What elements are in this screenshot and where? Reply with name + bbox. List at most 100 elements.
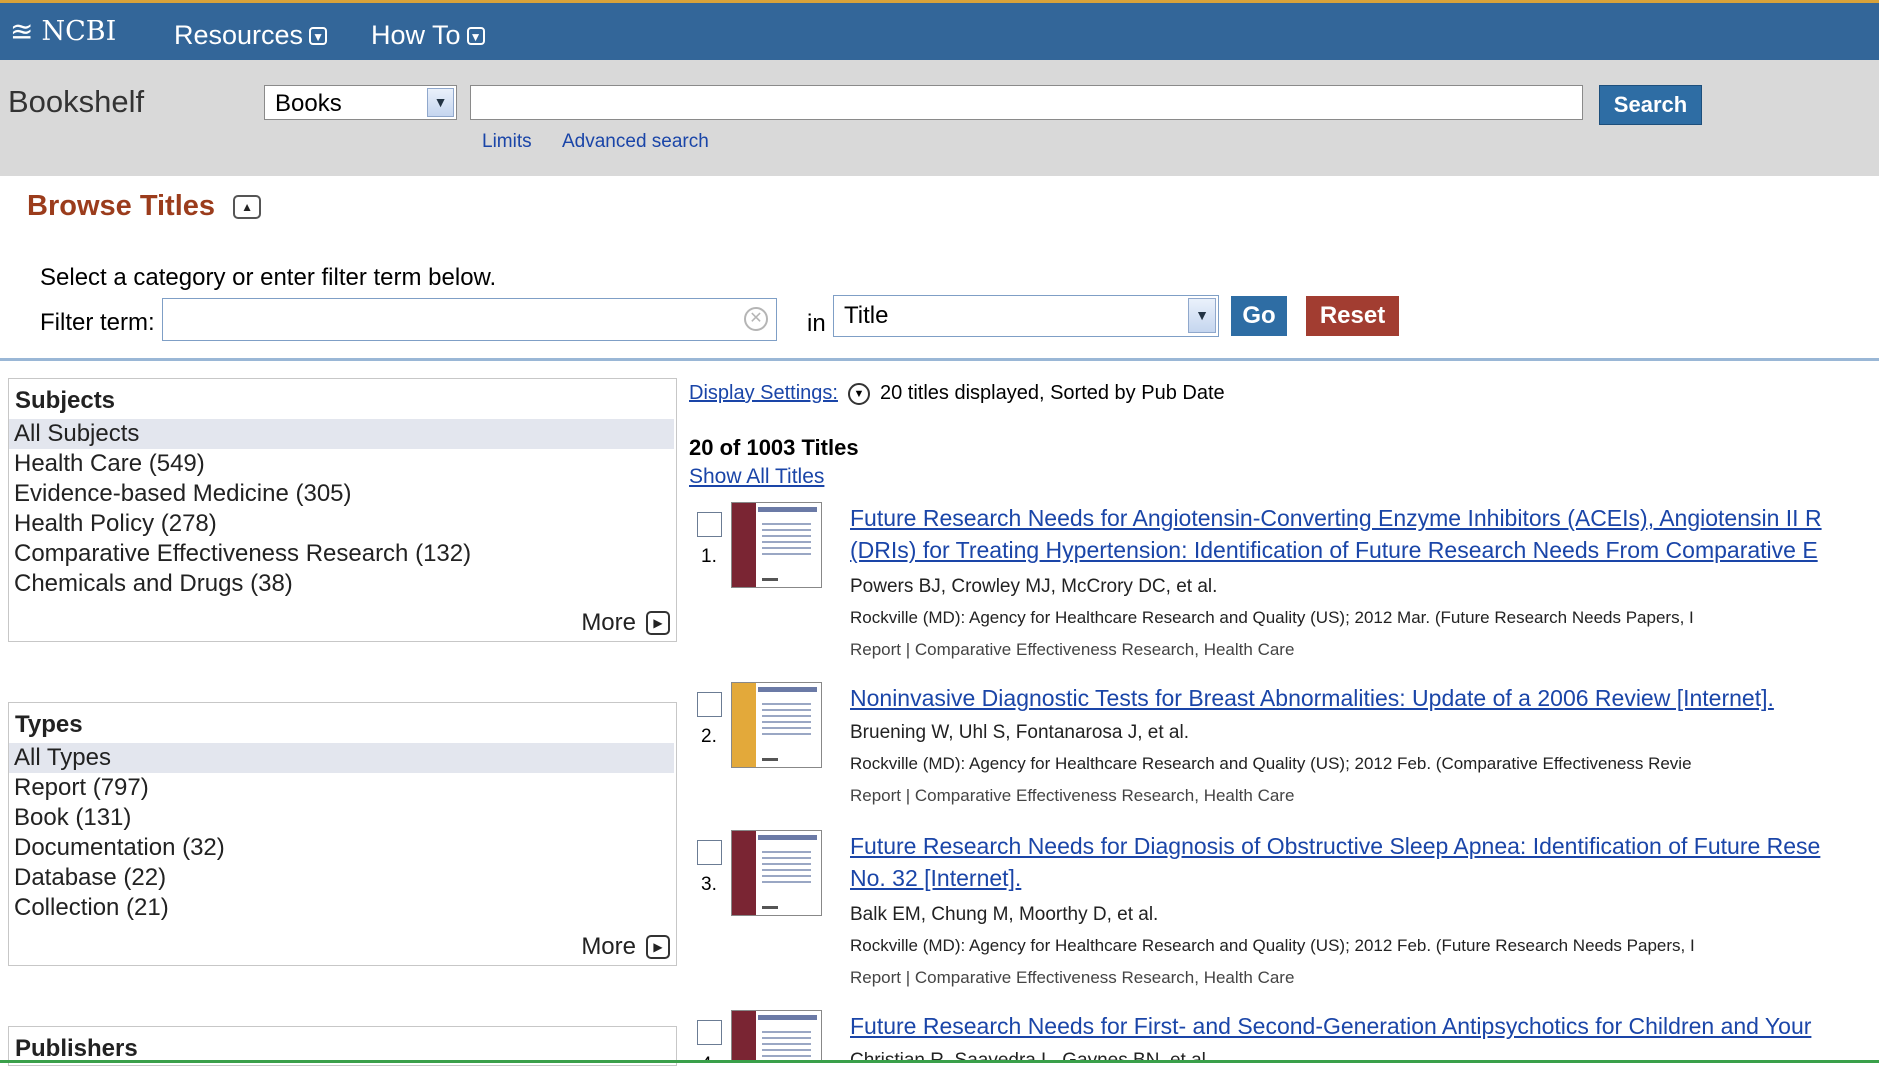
result-meta: Report | Comparative Effectiveness Resea… (850, 968, 1295, 987)
chevron-down-icon: ▼ (309, 26, 328, 45)
chevron-down-icon: ▼ (466, 26, 485, 45)
result-title-link[interactable]: Future Research Needs for Angiotensin-Co… (850, 502, 1879, 566)
facet-item[interactable]: Documentation (32) (9, 833, 674, 863)
facet-item[interactable]: Evidence-based Medicine (305) (9, 479, 674, 509)
ncbi-logo-text: NCBI (41, 16, 117, 47)
filter-field-select[interactable]: Title ▼ (833, 295, 1219, 337)
facet-item[interactable]: Collection (21) (9, 893, 674, 923)
chevron-down-icon: ▼ (427, 88, 454, 117)
ncbi-logo[interactable]: ≊ NCBI (10, 15, 116, 48)
cover-header (758, 1015, 817, 1020)
search-input[interactable] (470, 85, 1583, 120)
limits-link[interactable]: Limits (482, 131, 532, 153)
facet-item[interactable]: Report (797) (9, 773, 674, 803)
cover-text-lines (762, 1031, 811, 1063)
result-number: 2. (701, 726, 717, 747)
filter-field-value: Title (844, 302, 889, 329)
display-summary: 20 titles displayed, Sorted by Pub Date (879, 382, 1225, 404)
facet-item[interactable]: Book (131) (9, 803, 674, 833)
result-authors: Bruening W, Uhl S, Fontanarosa J, et al. (850, 722, 1190, 743)
cover-text-lines (762, 851, 811, 887)
subjects-facet-title: Subjects (15, 387, 116, 414)
cover-footer (762, 578, 778, 581)
chevron-down-icon[interactable]: ▼ (847, 382, 870, 405)
advanced-search-link[interactable]: Advanced search (562, 131, 709, 153)
reset-button[interactable]: Reset (1306, 296, 1399, 336)
types-facet: Types All Types Report (797) Book (131) … (8, 702, 677, 966)
book-cover-thumbnail[interactable] (731, 502, 822, 588)
in-label: in (807, 310, 826, 337)
result-title-line: Future Research Needs for Angiotensin-Co… (850, 505, 1822, 531)
result-item: 4. Future Research Needs for First- and … (695, 1010, 1879, 1063)
result-meta: Report | Comparative Effectiveness Resea… (850, 640, 1295, 659)
result-title-link[interactable]: Future Research Needs for Diagnosis of O… (850, 830, 1879, 894)
cover-footer (762, 906, 778, 909)
facet-item[interactable]: Database (22) (9, 863, 674, 893)
result-item: 1. Future Research Needs for Angiotensin… (695, 502, 1879, 672)
result-number: 1. (701, 546, 717, 567)
subjects-more-button[interactable]: More ▶ (581, 609, 670, 637)
result-checkbox[interactable] (697, 1020, 722, 1045)
howto-menu[interactable]: How To ▼ (371, 20, 485, 51)
more-label: More (581, 609, 636, 636)
go-button[interactable]: Go (1231, 296, 1287, 336)
show-all-titles-link[interactable]: Show All Titles (689, 465, 824, 489)
facet-item[interactable]: All Subjects (9, 419, 674, 449)
ncbi-helix-icon: ≊ (10, 15, 34, 48)
search-bar: Bookshelf Books ▼ Search Limits Advanced… (0, 60, 1879, 176)
filter-term-label: Filter term: (40, 309, 155, 336)
facet-item[interactable]: Chemicals and Drugs (38) (9, 569, 674, 599)
result-title-line: (DRIs) for Treating Hypertension: Identi… (850, 537, 1818, 563)
book-cover-thumbnail[interactable] (731, 682, 822, 768)
display-settings-link[interactable]: Display Settings: (689, 382, 838, 405)
cover-band (732, 503, 756, 587)
facet-item[interactable]: Health Policy (278) (9, 509, 674, 539)
database-select-value: Books (275, 90, 342, 117)
facet-item[interactable]: Comparative Effectiveness Research (132) (9, 539, 674, 569)
cover-band (732, 683, 756, 767)
types-facet-title: Types (15, 711, 83, 738)
result-checkbox[interactable] (697, 512, 722, 537)
browse-titles-heading: Browse Titles ▲ (27, 190, 262, 223)
result-publication: Rockville (MD): Agency for Healthcare Re… (850, 608, 1694, 627)
cover-band (732, 831, 756, 915)
database-title: Bookshelf (8, 84, 145, 119)
clear-icon[interactable]: ✕ (744, 307, 768, 331)
result-checkbox[interactable] (697, 840, 722, 865)
result-title-line: Future Research Needs for Diagnosis of O… (850, 833, 1821, 859)
more-label: More (581, 933, 636, 960)
filter-term-input[interactable]: ✕ (162, 298, 777, 341)
browse-titles-label: Browse Titles (27, 190, 216, 222)
book-cover-thumbnail[interactable] (731, 1010, 822, 1063)
chevron-down-icon: ▼ (1188, 298, 1216, 333)
result-title-link[interactable]: Noninvasive Diagnostic Tests for Breast … (850, 682, 1879, 714)
result-item: 3. Future Research Needs for Diagnosis o… (695, 830, 1879, 1000)
result-title-link[interactable]: Future Research Needs for First- and Sec… (850, 1010, 1879, 1042)
search-button[interactable]: Search (1599, 85, 1702, 125)
cover-header (758, 835, 817, 840)
cover-footer (762, 758, 778, 761)
result-publication: Rockville (MD): Agency for Healthcare Re… (850, 754, 1692, 773)
subjects-facet: Subjects All Subjects Health Care (549) … (8, 378, 677, 642)
publishers-facet-title: Publishers (15, 1035, 138, 1062)
result-publication: Rockville (MD): Agency for Healthcare Re… (850, 936, 1695, 955)
section-divider (0, 358, 1879, 361)
result-title-line: Future Research Needs for First- and Sec… (850, 1013, 1812, 1039)
subjects-list: All Subjects Health Care (549) Evidence-… (9, 419, 674, 599)
types-more-button[interactable]: More ▶ (581, 933, 670, 961)
result-authors: Balk EM, Chung M, Moorthy D, et al. (850, 904, 1159, 925)
collapse-toggle-icon[interactable]: ▲ (233, 194, 262, 219)
facet-item[interactable]: All Types (9, 743, 674, 773)
howto-label: How To (371, 20, 461, 50)
cover-text-lines (762, 703, 811, 739)
result-checkbox[interactable] (697, 692, 722, 717)
book-cover-thumbnail[interactable] (731, 830, 822, 916)
chevron-right-icon: ▶ (646, 611, 670, 635)
facet-item[interactable]: Health Care (549) (9, 449, 674, 479)
display-settings: Display Settings: ▼ 20 titles displayed,… (689, 382, 1225, 405)
resources-menu[interactable]: Resources ▼ (174, 20, 328, 51)
result-number: 3. (701, 874, 717, 895)
database-select[interactable]: Books ▼ (264, 85, 457, 120)
filter-instructions: Select a category or enter filter term b… (40, 264, 497, 291)
resources-label: Resources (174, 20, 304, 50)
